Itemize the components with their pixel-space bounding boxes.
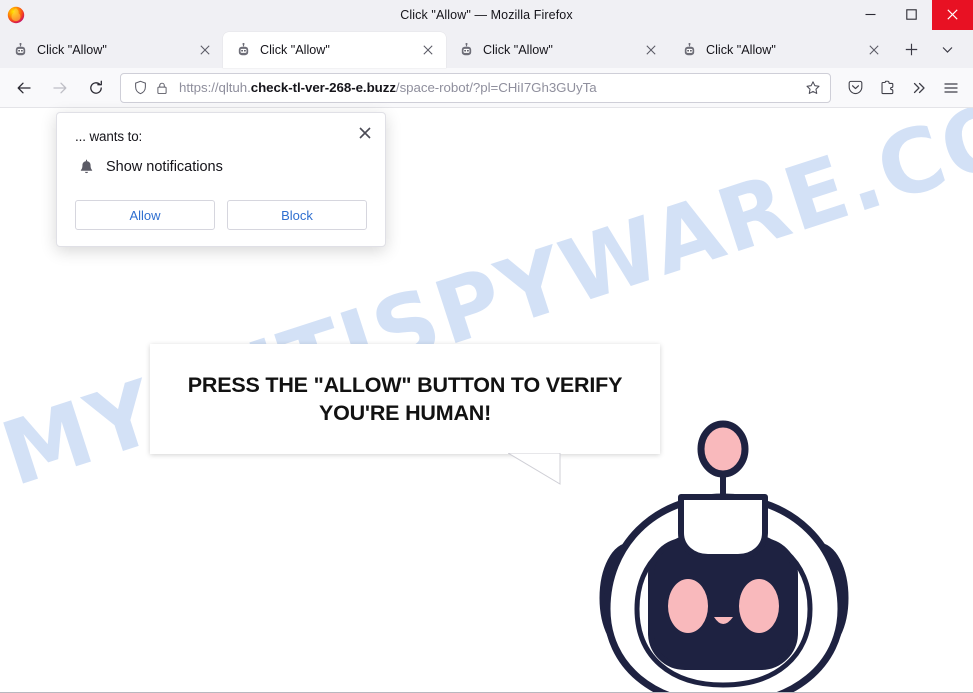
tab-close-icon[interactable]: [195, 40, 215, 60]
robot-favicon-icon: [12, 42, 28, 58]
url-bar[interactable]: https://qltuh.check-tl-ver-268-e.buzz/sp…: [120, 72, 831, 103]
url-domain: check-tl-ver-268-e.buzz: [250, 80, 396, 95]
toolbar-end-buttons: [839, 72, 967, 104]
url-suffix: /space-robot/?pl=CHiI7Gh3GUyTa: [395, 80, 597, 95]
new-tab-button[interactable]: [896, 34, 926, 64]
reload-button[interactable]: [80, 72, 112, 104]
firefox-logo-icon: [6, 5, 26, 25]
browser-window: Click "Allow" — Mozilla Firefox Click "A…: [0, 0, 973, 693]
app-menu-hamburger-icon[interactable]: [935, 72, 967, 104]
tab-close-icon[interactable]: [864, 40, 884, 60]
url-prefix: https://qltuh.: [179, 80, 251, 95]
close-window-button[interactable]: [932, 0, 973, 30]
lock-icon[interactable]: [151, 77, 173, 99]
tab-2[interactable]: Click "Allow": [223, 32, 446, 68]
robot-favicon-icon: [235, 42, 251, 58]
tab-1[interactable]: Click "Allow": [0, 32, 223, 68]
dialog-buttons: Allow Block: [75, 200, 367, 230]
maximize-button[interactable]: [891, 0, 932, 30]
url-text[interactable]: https://qltuh.check-tl-ver-268-e.buzz/sp…: [179, 80, 800, 95]
bell-icon: [75, 156, 97, 178]
tab-title: Click "Allow": [37, 43, 107, 57]
dialog-close-icon[interactable]: [353, 121, 377, 145]
window-controls: [850, 0, 973, 30]
bubble-line-2: YOU'RE HUMAN!: [318, 401, 492, 425]
allow-button[interactable]: Allow: [75, 200, 215, 230]
tab-3[interactable]: Click "Allow": [446, 32, 669, 68]
speech-bubble-tail: [508, 453, 561, 485]
permission-label: Show notifications: [106, 159, 223, 175]
back-button[interactable]: [8, 72, 40, 104]
block-button[interactable]: Block: [227, 200, 367, 230]
tab-title: Click "Allow": [483, 43, 553, 57]
extensions-puzzle-icon[interactable]: [871, 72, 903, 104]
bubble-line-1: PRESS THE "ALLOW" BUTTON TO VERIFY: [187, 372, 623, 397]
list-all-tabs-chevron-down-icon[interactable]: [932, 34, 962, 64]
tab-close-icon[interactable]: [641, 40, 661, 60]
title-bar: Click "Allow" — Mozilla Firefox: [0, 0, 973, 30]
tab-strip: Click "Allow" Click "Allow" Click "Allow…: [0, 30, 973, 68]
bookmark-star-icon[interactable]: [800, 75, 826, 101]
permission-row: Show notifications: [75, 156, 367, 178]
pocket-save-icon[interactable]: [839, 72, 871, 104]
notification-permission-dialog: ... wants to: Show notifications Allow B…: [56, 112, 386, 247]
minimize-button[interactable]: [850, 0, 891, 30]
tab-close-icon[interactable]: [418, 40, 438, 60]
shield-icon[interactable]: [129, 77, 151, 99]
speech-bubble-text: PRESS THE "ALLOW" BUTTON TO VERIFY YOU'R…: [170, 371, 640, 428]
robot-favicon-icon: [681, 42, 697, 58]
space-robot-illustration: [575, 413, 875, 693]
robot-favicon-icon: [458, 42, 474, 58]
window-title: Click "Allow" — Mozilla Firefox: [400, 7, 573, 22]
navigation-toolbar: https://qltuh.check-tl-ver-268-e.buzz/sp…: [0, 68, 973, 108]
tab-title: Click "Allow": [260, 43, 330, 57]
tab-4[interactable]: Click "Allow": [669, 32, 892, 68]
tab-title: Click "Allow": [706, 43, 776, 57]
forward-button[interactable]: [44, 72, 76, 104]
overflow-chevrons-icon[interactable]: [903, 72, 935, 104]
dialog-host-text: ... wants to:: [75, 129, 143, 144]
